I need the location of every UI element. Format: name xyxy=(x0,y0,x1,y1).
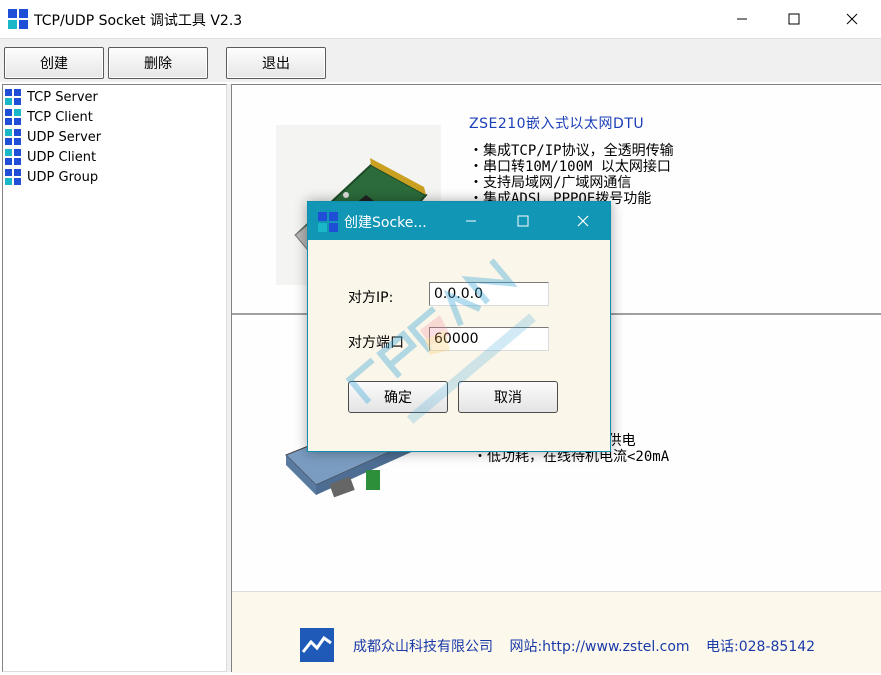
product-title: ZSE210嵌入式以太网DTU xyxy=(469,116,645,132)
company-footer: 成都众山科技有限公司 网站:http://www.zstel.com 电话:02… xyxy=(232,591,881,673)
window-title: TCP/UDP Socket 调试工具 V2.3 xyxy=(34,13,243,29)
create-socket-dialog[interactable]: 创建Socke... 对方IP: 对方端口 确定 取消 xyxy=(307,201,611,452)
dialog-minimize-button[interactable] xyxy=(448,202,494,240)
dialog-body: 对方IP: 对方端口 确定 取消 xyxy=(308,240,610,451)
ok-button[interactable]: 确定 xyxy=(348,381,448,413)
tree-item-tcp-server[interactable]: TCP Server xyxy=(5,87,98,107)
app-icon xyxy=(8,9,28,29)
footer-info: 成都众山科技有限公司 网站:http://www.zstel.com 电话:02… xyxy=(353,636,827,656)
socket-tree[interactable]: TCP Server TCP Client UDP Server UDP Cli… xyxy=(2,84,227,672)
socket-node-icon xyxy=(5,109,21,125)
ip-label: 对方IP: xyxy=(348,290,394,306)
ip-input[interactable] xyxy=(429,282,549,306)
socket-node-icon xyxy=(5,149,21,165)
maximize-button[interactable] xyxy=(771,0,817,38)
feature-line: ・串口转10M/100M 以太网接口 xyxy=(469,159,671,175)
tree-item-tcp-client[interactable]: TCP Client xyxy=(5,107,93,127)
company-name: 成都众山科技有限公司 xyxy=(353,639,493,655)
company-logo-icon xyxy=(300,628,334,662)
dialog-app-icon xyxy=(318,212,338,232)
tree-item-label: TCP Client xyxy=(27,109,93,125)
maximize-icon xyxy=(517,215,529,227)
create-button[interactable]: 创建 xyxy=(4,47,104,79)
feature-line: ・集成TCP/IP协议，全透明传输 xyxy=(469,143,674,159)
dialog-maximize-button[interactable] xyxy=(500,202,546,240)
minimize-icon xyxy=(466,220,476,222)
company-phone: 电话:028-85142 xyxy=(706,639,816,655)
cancel-button[interactable]: 取消 xyxy=(458,381,558,413)
socket-node-icon xyxy=(5,89,21,105)
dialog-title: 创建Socke... xyxy=(344,215,427,231)
tree-item-udp-server[interactable]: UDP Server xyxy=(5,127,101,147)
tree-item-label: UDP Client xyxy=(27,149,97,165)
maximize-icon xyxy=(788,13,800,25)
minimize-button[interactable] xyxy=(719,0,765,38)
toolbar: 创建 删除 退出 xyxy=(0,38,881,82)
socket-node-icon xyxy=(5,129,21,145)
dialog-close-button[interactable] xyxy=(560,202,606,240)
port-input[interactable] xyxy=(429,327,549,351)
tree-item-label: TCP Server xyxy=(27,89,98,105)
socket-node-icon xyxy=(5,169,21,185)
port-label: 对方端口 xyxy=(348,335,404,351)
tree-item-label: UDP Group xyxy=(27,169,99,185)
close-icon xyxy=(846,13,858,25)
minimize-icon xyxy=(737,18,747,20)
window-titlebar[interactable]: TCP/UDP Socket 调试工具 V2.3 xyxy=(0,0,881,38)
dialog-titlebar[interactable]: 创建Socke... xyxy=(308,202,610,240)
tree-item-label: UDP Server xyxy=(27,129,102,145)
close-button[interactable] xyxy=(829,0,875,38)
delete-button[interactable]: 删除 xyxy=(108,47,208,79)
feature-line: ・支持局域网/广域网通信 xyxy=(469,175,632,191)
exit-button[interactable]: 退出 xyxy=(226,47,326,79)
tree-item-udp-client[interactable]: UDP Client xyxy=(5,147,96,167)
company-website: 网站:http://www.zstel.com xyxy=(509,639,690,655)
close-icon xyxy=(577,215,589,227)
tree-item-udp-group[interactable]: UDP Group xyxy=(5,167,98,187)
